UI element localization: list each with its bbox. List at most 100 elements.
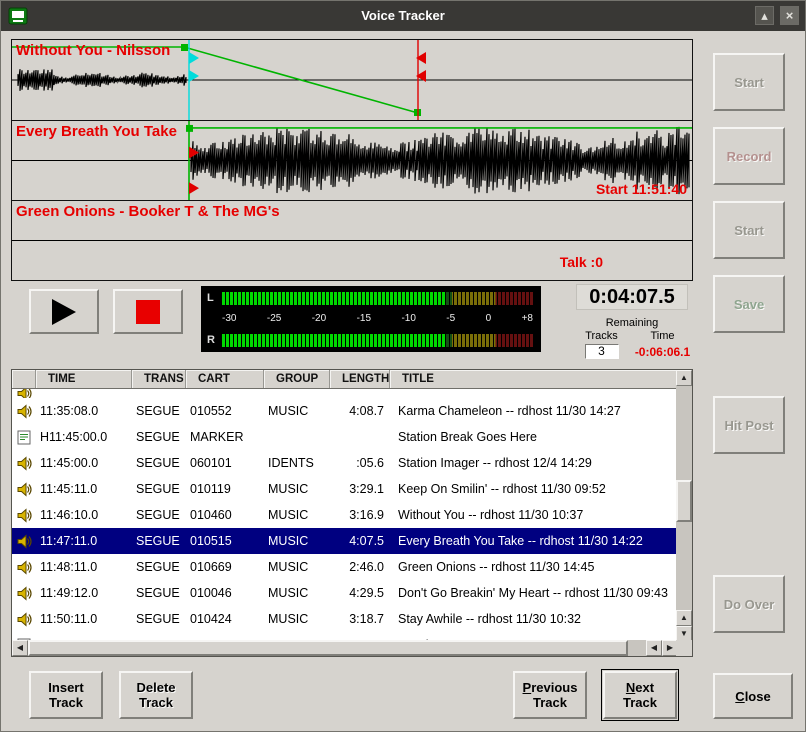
track-title: Green Onions - Booker T & The MG's [16, 203, 280, 220]
audio-level-meter: L -30 -25 -20 -15 -10 -5 0 +8 R [201, 286, 541, 352]
meter-scale: -30 -25 -20 -15 -10 -5 0 +8 [222, 313, 533, 325]
row-type-icon [12, 560, 36, 575]
cell-time: 11:45:11.0 [36, 482, 132, 496]
row-type-icon [12, 430, 36, 445]
speaker-icon [17, 612, 32, 627]
cell-trans: SEGUE [132, 534, 186, 548]
row-type-icon [12, 586, 36, 601]
cell-trans: SEGUE [132, 508, 186, 522]
cell-length: 2:46.0 [330, 560, 390, 574]
scroll-up-icon[interactable]: ▲ [676, 370, 692, 386]
tracks-label: Tracks [571, 330, 632, 342]
track-panel-3[interactable]: Green Onions - Booker T & The MG's Talk … [12, 200, 692, 280]
play-icon [52, 299, 76, 325]
header-cart[interactable]: CART [186, 370, 264, 388]
meter-right-label: R [207, 334, 222, 346]
talk-time-label: Talk :0 [560, 254, 603, 270]
cell-title: Station Break Goes Here [390, 430, 678, 444]
horizontal-scrollbar[interactable]: ◀ ◀ ▶ [12, 640, 678, 656]
cell-trans: SEGUE [132, 482, 186, 496]
log-table: TIME TRANS CART GROUP LENGTH TITLE [11, 369, 693, 657]
cell-title: Green Onions -- rdhost 11/30 14:45 [390, 560, 678, 574]
cell-title: Every Breath You Take -- rdhost 11/30 14… [390, 534, 678, 548]
table-row[interactable]: 11:45:11.0 SEGUE 010119 MUSIC 3:29.1 Kee… [12, 476, 678, 502]
vscroll-thumb[interactable] [676, 480, 692, 522]
track-panel-2[interactable]: Every Breath You Take Start 11:51:40 [12, 120, 692, 200]
window-title: Voice Tracker [1, 1, 805, 31]
note-icon [17, 430, 31, 445]
row-type-icon [12, 389, 36, 398]
remaining-panel: Remaining Tracks 3 Time -0:06:06.1 [571, 317, 693, 359]
next-track-button[interactable]: Next Track [603, 671, 677, 719]
do-over-button: Do Over [713, 575, 785, 633]
cell-cart: 010552 [186, 404, 264, 418]
cell-group: MUSIC [264, 482, 330, 496]
cell-time: 11:35:08.0 [36, 404, 132, 418]
start-button-1: Start [713, 53, 785, 111]
hit-post-button: Hit Post [713, 396, 785, 454]
scroll-up-icon[interactable]: ▲ [676, 610, 692, 626]
header-time[interactable]: TIME [36, 370, 132, 388]
table-row[interactable]: 11:50:11.0 SEGUE 010424 MUSIC 3:18.7 Sta… [12, 606, 678, 632]
log-table-viewport: TIME TRANS CART GROUP LENGTH TITLE [12, 370, 678, 642]
row-type-icon [12, 456, 36, 471]
vertical-scrollbar[interactable]: ▲ ▲ ▼ [676, 370, 692, 642]
cell-cart: 010424 [186, 612, 264, 626]
cell-time: 11:47:11.0 [36, 534, 132, 548]
row-type-icon [12, 482, 36, 497]
table-row[interactable]: 11:35:08.0 SEGUE 010552 MUSIC 4:08.7 Kar… [12, 398, 678, 424]
cell-cart: 010119 [186, 482, 264, 496]
previous-track-button[interactable]: Previous Track [513, 671, 587, 719]
header-length[interactable]: LENGTH [330, 370, 390, 388]
cell-length: 3:18.7 [330, 612, 390, 626]
record-button: Record [713, 127, 785, 185]
scroll-left-icon[interactable]: ◀ [646, 640, 662, 656]
header-group[interactable]: GROUP [264, 370, 330, 388]
cell-trans: SEGUE [132, 430, 186, 444]
cell-length: 4:07.5 [330, 534, 390, 548]
start-time-label: Start 11:51:40 [596, 181, 687, 197]
table-row[interactable]: H11:45:00.0 SEGUE MARKER Station Break G… [12, 424, 678, 450]
hscroll-trough[interactable] [28, 640, 646, 656]
cell-length: 4:08.7 [330, 404, 390, 418]
cell-title: Karma Chameleon -- rdhost 11/30 14:27 [390, 404, 678, 418]
play-button[interactable] [29, 289, 99, 334]
cell-length: 4:29.5 [330, 586, 390, 600]
cell-length: 3:16.9 [330, 508, 390, 522]
remaining-label: Remaining [571, 317, 693, 329]
cell-trans: SEGUE [132, 456, 186, 470]
header-trans[interactable]: TRANS [132, 370, 186, 388]
cell-trans: SEGUE [132, 404, 186, 418]
cell-time: 11:49:12.0 [36, 586, 132, 600]
time-label: Time [632, 330, 693, 342]
hscroll-thumb[interactable] [28, 640, 628, 656]
speaker-icon [17, 482, 32, 497]
table-row[interactable]: 11:46:10.0 SEGUE 010460 MUSIC 3:16.9 Wit… [12, 502, 678, 528]
cell-time: 11:48:11.0 [36, 560, 132, 574]
cell-title: Without You -- rdhost 11/30 10:37 [390, 508, 678, 522]
close-button[interactable]: Close [713, 673, 793, 719]
shade-icon[interactable]: ▴ [755, 6, 774, 25]
cell-length: :05.6 [330, 456, 390, 470]
track-panel-1[interactable]: Without You - Nilsson [12, 40, 692, 120]
stop-button[interactable] [113, 289, 183, 334]
table-row[interactable] [12, 389, 678, 398]
insert-track-button[interactable]: Insert Track [29, 671, 103, 719]
table-header: TIME TRANS CART GROUP LENGTH TITLE [12, 370, 678, 389]
speaker-icon [17, 508, 32, 523]
header-icon[interactable] [12, 370, 36, 388]
track-title: Every Breath You Take [16, 123, 177, 140]
vscroll-trough[interactable] [676, 386, 692, 610]
tracks-remaining-value: 3 [585, 344, 619, 359]
cell-time: H11:45:00.0 [36, 430, 132, 444]
header-title[interactable]: TITLE [390, 370, 678, 388]
cell-group: MUSIC [264, 534, 330, 548]
table-row[interactable]: 11:47:11.0 SEGUE 010515 MUSIC 4:07.5 Eve… [12, 528, 678, 554]
table-row[interactable]: 11:49:12.0 SEGUE 010046 MUSIC 4:29.5 Don… [12, 580, 678, 606]
close-icon[interactable]: × [780, 6, 799, 25]
table-row[interactable]: 11:48:11.0 SEGUE 010669 MUSIC 2:46.0 Gre… [12, 554, 678, 580]
table-row[interactable]: 11:45:00.0 SEGUE 060101 IDENTS :05.6 Sta… [12, 450, 678, 476]
scroll-left-icon[interactable]: ◀ [12, 640, 28, 656]
speaker-icon [17, 389, 32, 398]
cell-group: MUSIC [264, 612, 330, 626]
